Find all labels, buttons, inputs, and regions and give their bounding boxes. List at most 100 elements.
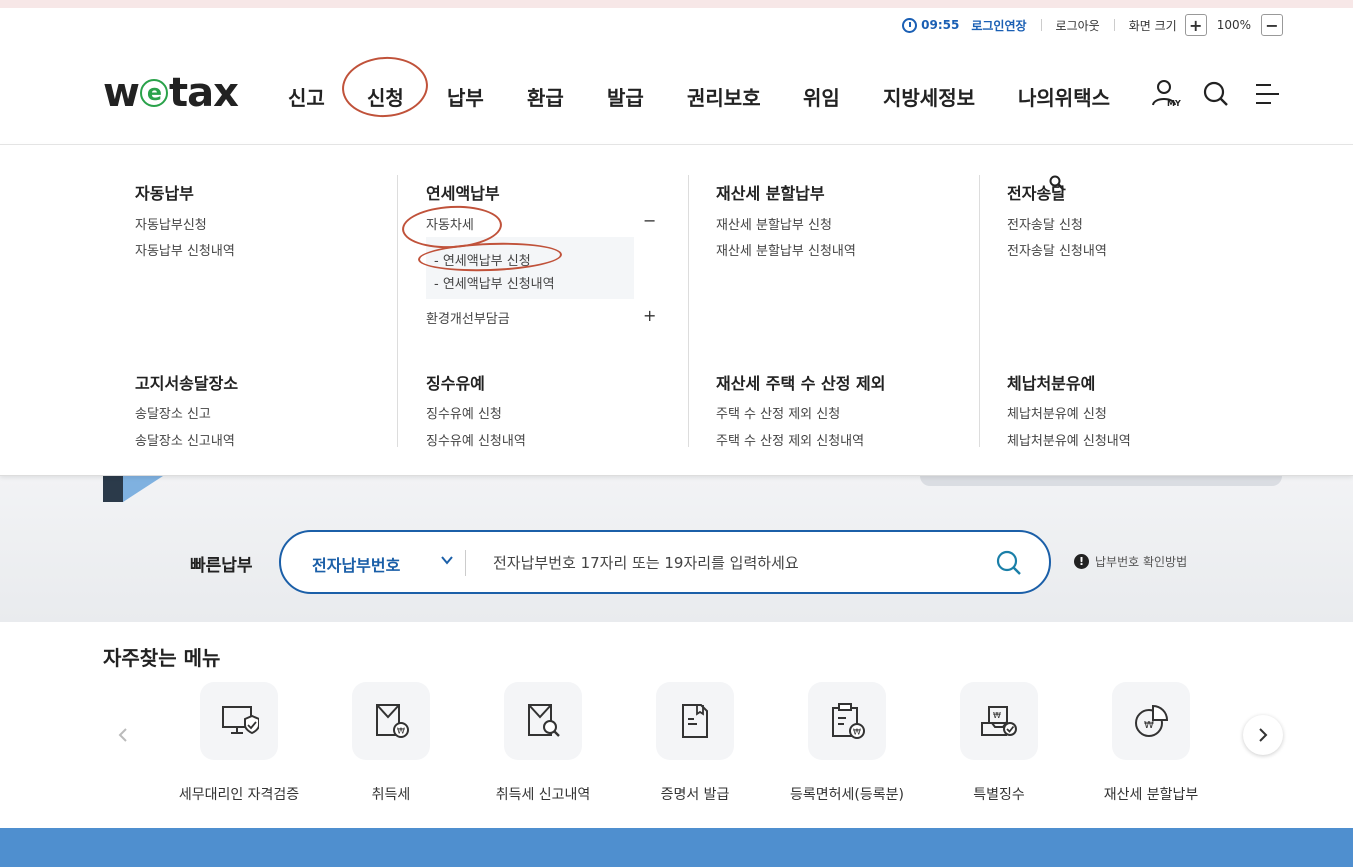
clipboard-won-icon: ₩: [832, 703, 865, 739]
nav-my-wetax[interactable]: 나의위택스: [1018, 82, 1110, 111]
frequent-item-icon-box: [504, 682, 582, 760]
submenu-label: 연세액납부 신청내역: [442, 277, 555, 292]
payment-type-select[interactable]: 전자납부번호: [312, 552, 400, 576]
frequent-item-label: 취득세: [371, 787, 411, 803]
carousel-next-button[interactable]: [1243, 715, 1283, 755]
menu-link-property-installment-apply[interactable]: 재산세 분할납부 신청: [716, 214, 832, 233]
search-icon: [1203, 81, 1228, 106]
wetax-logo[interactable]: w e tax: [103, 70, 239, 116]
collapse-toggle[interactable]: −: [643, 211, 656, 230]
menu-link-auto-pay-history[interactable]: 자동납부 신청내역: [135, 240, 235, 259]
top-strip: [0, 0, 1353, 8]
frequent-item-label: 취득세 신고내역: [495, 787, 591, 803]
nav-issue[interactable]: 발급: [607, 82, 644, 111]
chevron-down-icon[interactable]: [441, 554, 453, 566]
frequent-menu-title: 자주찾는 메뉴: [103, 646, 221, 670]
hamburger-icon: [1256, 84, 1279, 104]
menu-title-house-count-exclusion: 재산세 주택 수 산정 제외: [716, 374, 886, 393]
nav-local-tax-info[interactable]: 지방세정보: [883, 82, 975, 111]
menu-link-disposition-deferral-history[interactable]: 체납처분유예 신청내역: [1007, 430, 1131, 449]
banner-decoration: [103, 476, 123, 502]
menu-link-annual-pay-history[interactable]: - 연세액납부 신청내역: [434, 273, 555, 292]
my-page-button[interactable]: MY: [1150, 78, 1181, 110]
nav-delegate[interactable]: 위임: [803, 82, 840, 111]
frequent-item-icon-box: ₩: [352, 682, 430, 760]
quick-pay-box: 전자납부번호: [279, 530, 1051, 594]
logout-button[interactable]: 로그아웃: [1056, 17, 1100, 34]
divider: [688, 175, 689, 447]
frequent-item-special-collection[interactable]: ₩ 특별징수: [924, 682, 1074, 804]
mega-menu: 자동납부 자동납부신청 자동납부 신청내역 연세액납부 자동차세 − - 연세액…: [0, 144, 1353, 476]
svg-text:₩: ₩: [993, 711, 1001, 720]
search-icon[interactable]: [995, 549, 1023, 577]
frequent-item-label: 특별징수: [973, 787, 1025, 803]
menu-title-auto-pay: 자동납부: [135, 184, 194, 203]
menu-link-property-installment-history[interactable]: 재산세 분할납부 신청내역: [716, 240, 856, 259]
svg-text:₩: ₩: [1144, 720, 1154, 731]
clock-icon: [902, 17, 918, 33]
svg-text:₩: ₩: [397, 727, 405, 736]
zoom-label: 화면 크기: [1128, 18, 1177, 33]
menu-link-disposition-deferral-apply[interactable]: 체납처분유예 신청: [1007, 403, 1107, 422]
menu-button[interactable]: [1255, 82, 1285, 114]
expand-toggle[interactable]: +: [643, 306, 656, 325]
banner-decoration: [920, 476, 1282, 486]
frequent-item-icon-box: ₩: [960, 682, 1038, 760]
menu-link-e-delivery-apply[interactable]: 전자송달 신청: [1007, 214, 1083, 233]
menu-link-e-delivery-history[interactable]: 전자송달 신청내역: [1007, 240, 1107, 259]
search-button[interactable]: [1202, 80, 1232, 112]
zoom-value: 100%: [1216, 18, 1251, 32]
session-time: 09:55: [921, 18, 960, 32]
bottom-banner: [0, 828, 1353, 867]
menu-link-collection-deferral-history[interactable]: 징수유예 신청내역: [426, 430, 526, 449]
divider: [1040, 19, 1042, 31]
chevron-left-icon: [118, 728, 127, 742]
menu-link-env-charge[interactable]: 환경개선부담금: [426, 308, 510, 327]
nav-pay[interactable]: 납부: [447, 82, 484, 111]
chevron-right-icon: [1259, 728, 1268, 742]
menu-title-disposition-deferral: 체납처분유예: [1007, 374, 1096, 393]
frequent-item-icon-box: ₩: [1112, 682, 1190, 760]
zoom-out-button[interactable]: −: [1261, 14, 1283, 36]
nav-report[interactable]: 신고: [288, 82, 325, 111]
nav-refund[interactable]: 환급: [527, 82, 564, 111]
menu-link-auto-pay-apply[interactable]: 자동납부신청: [135, 214, 207, 233]
divider: [979, 175, 980, 447]
nav-rights[interactable]: 권리보호: [687, 82, 761, 111]
divider: [1113, 19, 1115, 31]
payment-number-input[interactable]: [493, 549, 973, 577]
frequent-item-registration-tax[interactable]: ₩ 등록면허세(등록분): [772, 682, 922, 804]
divider: [397, 175, 398, 447]
menu-link-delivery-place-report[interactable]: 송달장소 신고: [135, 403, 211, 422]
carousel-prev-button[interactable]: [103, 715, 143, 755]
monitor-shield-icon: [222, 706, 259, 735]
menu-link-delivery-place-history[interactable]: 송달장소 신고내역: [135, 430, 235, 449]
info-icon: !: [1074, 554, 1089, 569]
menu-link-house-count-exclusion-history[interactable]: 주택 수 산정 제외 신청내역: [716, 430, 864, 449]
logo-e-circle: e: [139, 79, 168, 107]
menu-link-house-count-exclusion-apply[interactable]: 주택 수 산정 제외 신청: [716, 403, 840, 422]
frequent-item-agent-verify[interactable]: 세무대리인 자격검증: [164, 682, 314, 804]
quick-pay-label: 빠른납부: [190, 556, 253, 576]
logo-text-w: w: [103, 70, 140, 116]
frequent-item-icon-box: [200, 682, 278, 760]
frequent-item-icon-box: ₩: [808, 682, 886, 760]
menu-link-collection-deferral-apply[interactable]: 징수유예 신청: [426, 403, 502, 422]
zoom-in-button[interactable]: +: [1184, 14, 1207, 36]
tray-check-icon: ₩: [981, 706, 1017, 736]
frequent-item-acquisition-history[interactable]: 취득세 신고내역: [468, 682, 618, 804]
frequent-item-icon-box: [656, 682, 734, 760]
login-extend-button[interactable]: 로그인연장: [971, 17, 1026, 34]
envelope-won-icon: ₩: [376, 704, 409, 738]
svg-text:₩: ₩: [853, 728, 861, 737]
menu-title-property-installment: 재산세 분할납부: [716, 184, 825, 203]
frequent-item-certificate[interactable]: 증명서 발급: [620, 682, 770, 804]
payment-number-help-link[interactable]: ! 납부번호 확인방법: [1074, 553, 1187, 570]
help-label: 납부번호 확인방법: [1095, 555, 1188, 569]
frequent-item-label: 재산세 분할납부: [1103, 787, 1199, 803]
frequent-item-property-installment[interactable]: ₩ 재산세 분할납부: [1076, 682, 1226, 804]
envelope-search-icon: [528, 704, 560, 737]
menu-title-annual-pay: 연세액납부: [426, 184, 500, 203]
session-timer: 09:55: [902, 17, 960, 33]
frequent-item-acquisition-tax[interactable]: ₩ 취득세: [316, 682, 466, 804]
